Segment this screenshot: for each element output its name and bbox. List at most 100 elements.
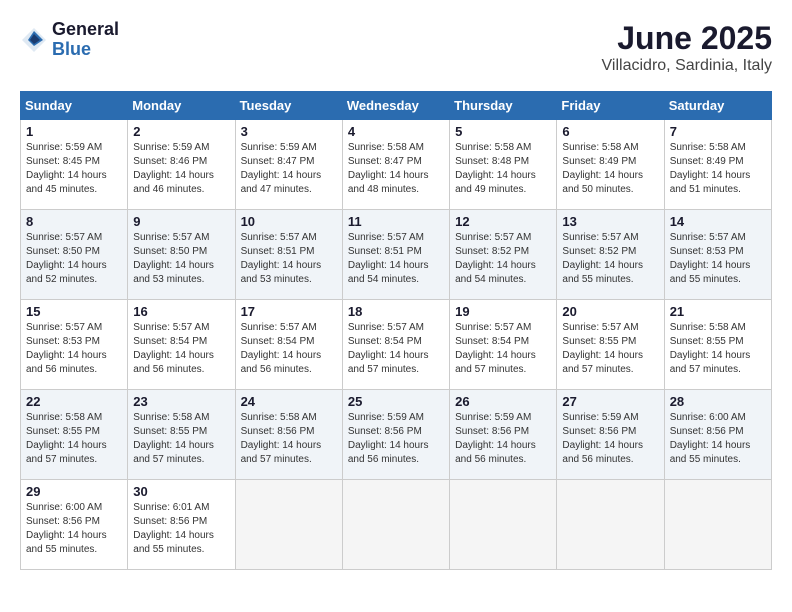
day-number: 21	[670, 304, 766, 319]
day-number: 11	[348, 214, 444, 229]
day-number: 28	[670, 394, 766, 409]
day-number: 4	[348, 124, 444, 139]
calendar-cell: 30 Sunrise: 6:01 AMSunset: 8:56 PMDaylig…	[128, 480, 235, 570]
column-header-saturday: Saturday	[664, 92, 771, 120]
day-number: 12	[455, 214, 551, 229]
calendar-cell: 7 Sunrise: 5:58 AMSunset: 8:49 PMDayligh…	[664, 120, 771, 210]
day-info: Sunrise: 6:00 AMSunset: 8:56 PMDaylight:…	[670, 412, 751, 465]
day-info: Sunrise: 5:57 AMSunset: 8:54 PMDaylight:…	[455, 322, 536, 375]
day-info: Sunrise: 5:57 AMSunset: 8:54 PMDaylight:…	[241, 322, 322, 375]
calendar-cell: 15 Sunrise: 5:57 AMSunset: 8:53 PMDaylig…	[21, 300, 128, 390]
day-info: Sunrise: 5:58 AMSunset: 8:49 PMDaylight:…	[670, 142, 751, 195]
calendar-week-row: 8 Sunrise: 5:57 AMSunset: 8:50 PMDayligh…	[21, 210, 772, 300]
calendar-week-row: 1 Sunrise: 5:59 AMSunset: 8:45 PMDayligh…	[21, 120, 772, 210]
page-header: General Blue June 2025 Villacidro, Sardi…	[20, 20, 772, 75]
day-number: 18	[348, 304, 444, 319]
calendar-cell	[664, 480, 771, 570]
day-info: Sunrise: 5:58 AMSunset: 8:55 PMDaylight:…	[133, 412, 214, 465]
column-header-friday: Friday	[557, 92, 664, 120]
column-header-tuesday: Tuesday	[235, 92, 342, 120]
day-number: 15	[26, 304, 122, 319]
day-number: 14	[670, 214, 766, 229]
logo-icon	[20, 26, 48, 54]
calendar-cell: 14 Sunrise: 5:57 AMSunset: 8:53 PMDaylig…	[664, 210, 771, 300]
calendar-cell: 12 Sunrise: 5:57 AMSunset: 8:52 PMDaylig…	[450, 210, 557, 300]
day-number: 13	[562, 214, 658, 229]
day-number: 1	[26, 124, 122, 139]
day-info: Sunrise: 5:57 AMSunset: 8:54 PMDaylight:…	[348, 322, 429, 375]
calendar-cell: 4 Sunrise: 5:58 AMSunset: 8:47 PMDayligh…	[342, 120, 449, 210]
calendar-cell: 18 Sunrise: 5:57 AMSunset: 8:54 PMDaylig…	[342, 300, 449, 390]
calendar-cell	[235, 480, 342, 570]
calendar-cell: 27 Sunrise: 5:59 AMSunset: 8:56 PMDaylig…	[557, 390, 664, 480]
calendar-cell: 3 Sunrise: 5:59 AMSunset: 8:47 PMDayligh…	[235, 120, 342, 210]
month-title: June 2025	[602, 20, 772, 57]
day-info: Sunrise: 5:57 AMSunset: 8:50 PMDaylight:…	[133, 232, 214, 285]
day-number: 17	[241, 304, 337, 319]
day-info: Sunrise: 5:57 AMSunset: 8:55 PMDaylight:…	[562, 322, 643, 375]
day-number: 25	[348, 394, 444, 409]
day-info: Sunrise: 5:57 AMSunset: 8:53 PMDaylight:…	[670, 232, 751, 285]
day-number: 29	[26, 484, 122, 499]
day-info: Sunrise: 6:00 AMSunset: 8:56 PMDaylight:…	[26, 502, 107, 555]
day-info: Sunrise: 5:59 AMSunset: 8:46 PMDaylight:…	[133, 142, 214, 195]
calendar-cell: 6 Sunrise: 5:58 AMSunset: 8:49 PMDayligh…	[557, 120, 664, 210]
calendar-cell	[557, 480, 664, 570]
calendar-cell: 10 Sunrise: 5:57 AMSunset: 8:51 PMDaylig…	[235, 210, 342, 300]
calendar-table: SundayMondayTuesdayWednesdayThursdayFrid…	[20, 91, 772, 570]
calendar-header-row: SundayMondayTuesdayWednesdayThursdayFrid…	[21, 92, 772, 120]
calendar-cell: 5 Sunrise: 5:58 AMSunset: 8:48 PMDayligh…	[450, 120, 557, 210]
calendar-cell: 29 Sunrise: 6:00 AMSunset: 8:56 PMDaylig…	[21, 480, 128, 570]
calendar-cell: 24 Sunrise: 5:58 AMSunset: 8:56 PMDaylig…	[235, 390, 342, 480]
calendar-cell: 20 Sunrise: 5:57 AMSunset: 8:55 PMDaylig…	[557, 300, 664, 390]
day-info: Sunrise: 5:59 AMSunset: 8:56 PMDaylight:…	[348, 412, 429, 465]
day-info: Sunrise: 5:59 AMSunset: 8:47 PMDaylight:…	[241, 142, 322, 195]
day-info: Sunrise: 5:59 AMSunset: 8:56 PMDaylight:…	[455, 412, 536, 465]
column-header-wednesday: Wednesday	[342, 92, 449, 120]
day-number: 2	[133, 124, 229, 139]
calendar-week-row: 29 Sunrise: 6:00 AMSunset: 8:56 PMDaylig…	[21, 480, 772, 570]
day-number: 20	[562, 304, 658, 319]
location: Villacidro, Sardinia, Italy	[602, 57, 772, 75]
day-info: Sunrise: 6:01 AMSunset: 8:56 PMDaylight:…	[133, 502, 214, 555]
day-number: 23	[133, 394, 229, 409]
day-number: 6	[562, 124, 658, 139]
column-header-thursday: Thursday	[450, 92, 557, 120]
calendar-cell: 23 Sunrise: 5:58 AMSunset: 8:55 PMDaylig…	[128, 390, 235, 480]
day-number: 16	[133, 304, 229, 319]
calendar-week-row: 15 Sunrise: 5:57 AMSunset: 8:53 PMDaylig…	[21, 300, 772, 390]
calendar-cell: 19 Sunrise: 5:57 AMSunset: 8:54 PMDaylig…	[450, 300, 557, 390]
calendar-cell: 13 Sunrise: 5:57 AMSunset: 8:52 PMDaylig…	[557, 210, 664, 300]
calendar-cell: 8 Sunrise: 5:57 AMSunset: 8:50 PMDayligh…	[21, 210, 128, 300]
logo: General Blue	[20, 20, 119, 60]
title-block: June 2025 Villacidro, Sardinia, Italy	[602, 20, 772, 75]
calendar-cell: 25 Sunrise: 5:59 AMSunset: 8:56 PMDaylig…	[342, 390, 449, 480]
day-info: Sunrise: 5:59 AMSunset: 8:56 PMDaylight:…	[562, 412, 643, 465]
day-number: 10	[241, 214, 337, 229]
day-number: 9	[133, 214, 229, 229]
logo-blue: Blue	[52, 40, 119, 60]
calendar-cell: 1 Sunrise: 5:59 AMSunset: 8:45 PMDayligh…	[21, 120, 128, 210]
day-number: 5	[455, 124, 551, 139]
calendar-cell: 21 Sunrise: 5:58 AMSunset: 8:55 PMDaylig…	[664, 300, 771, 390]
day-info: Sunrise: 5:57 AMSunset: 8:54 PMDaylight:…	[133, 322, 214, 375]
logo-text: General Blue	[52, 20, 119, 60]
day-number: 19	[455, 304, 551, 319]
calendar-cell: 9 Sunrise: 5:57 AMSunset: 8:50 PMDayligh…	[128, 210, 235, 300]
calendar-cell: 22 Sunrise: 5:58 AMSunset: 8:55 PMDaylig…	[21, 390, 128, 480]
day-number: 8	[26, 214, 122, 229]
calendar-cell	[342, 480, 449, 570]
day-info: Sunrise: 5:57 AMSunset: 8:50 PMDaylight:…	[26, 232, 107, 285]
calendar-week-row: 22 Sunrise: 5:58 AMSunset: 8:55 PMDaylig…	[21, 390, 772, 480]
day-number: 24	[241, 394, 337, 409]
day-info: Sunrise: 5:58 AMSunset: 8:47 PMDaylight:…	[348, 142, 429, 195]
day-number: 26	[455, 394, 551, 409]
day-info: Sunrise: 5:58 AMSunset: 8:56 PMDaylight:…	[241, 412, 322, 465]
day-info: Sunrise: 5:57 AMSunset: 8:52 PMDaylight:…	[455, 232, 536, 285]
calendar-cell: 26 Sunrise: 5:59 AMSunset: 8:56 PMDaylig…	[450, 390, 557, 480]
day-info: Sunrise: 5:57 AMSunset: 8:52 PMDaylight:…	[562, 232, 643, 285]
day-info: Sunrise: 5:58 AMSunset: 8:49 PMDaylight:…	[562, 142, 643, 195]
day-number: 30	[133, 484, 229, 499]
logo-general: General	[52, 20, 119, 40]
day-info: Sunrise: 5:57 AMSunset: 8:53 PMDaylight:…	[26, 322, 107, 375]
